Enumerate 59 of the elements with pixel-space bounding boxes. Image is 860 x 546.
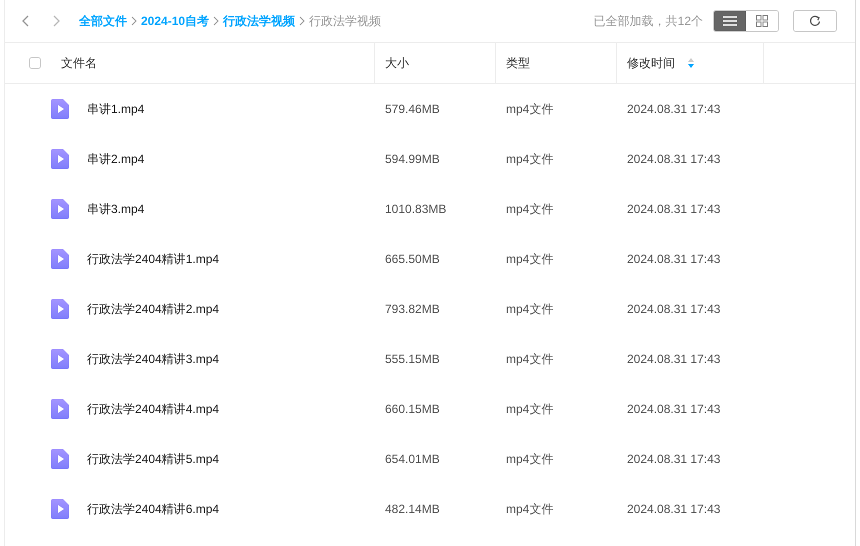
file-type: mp4文件 [506, 150, 554, 168]
file-name[interactable]: 串讲1.mp4 [87, 100, 144, 118]
chevron-icon [212, 16, 220, 26]
video-file-icon [51, 149, 69, 169]
file-size: 579.46MB [385, 102, 440, 116]
column-header[interactable]: 类型 [506, 54, 530, 72]
load-status: 已全部加载，共12个 [594, 12, 703, 30]
modified-time: 2024.08.31 17:43 [627, 102, 720, 116]
file-type: mp4文件 [506, 200, 554, 218]
chevron-icon [298, 16, 306, 26]
video-file-icon [51, 349, 69, 369]
file-type: mp4文件 [506, 300, 554, 318]
file-name[interactable]: 行政法学2404精讲5.mp4 [87, 450, 220, 468]
modified-time: 2024.08.31 17:43 [627, 402, 720, 416]
modified-time: 2024.08.31 17:43 [627, 202, 720, 216]
file-name[interactable]: 行政法学2404精讲6.mp4 [87, 500, 220, 518]
modified-time: 2024.08.31 17:43 [627, 452, 720, 466]
file-type: mp4文件 [506, 500, 554, 518]
video-file-icon [51, 449, 69, 469]
column-header[interactable]: 文件名 [61, 54, 97, 72]
list-view-icon [723, 16, 737, 26]
grid-view-icon [756, 15, 768, 27]
video-file-icon [51, 499, 69, 519]
video-file-icon [51, 99, 69, 119]
video-file-icon [51, 199, 69, 219]
file-name[interactable]: 行政法学2404精讲4.mp4 [87, 400, 220, 418]
view-toggle[interactable] [714, 11, 746, 31]
video-file-icon [51, 299, 69, 319]
refresh-button[interactable] [793, 10, 837, 32]
file-size: 665.50MB [385, 252, 440, 266]
modified-time: 2024.08.31 17:43 [627, 152, 720, 166]
file-size: 1010.83MB [385, 202, 446, 216]
file-size: 793.82MB [385, 302, 440, 316]
video-file-icon [51, 249, 69, 269]
file-name[interactable]: 行政法学2404精讲2.mp4 [87, 300, 220, 318]
file-name[interactable]: 行政法学2404精讲1.mp4 [87, 250, 220, 268]
refresh-icon [809, 15, 821, 27]
file-name[interactable]: 行政法学2404精讲3.mp4 [87, 350, 220, 368]
modified-time: 2024.08.31 17:43 [627, 502, 720, 516]
modified-time: 2024.08.31 17:43 [627, 252, 720, 266]
file-type: mp4文件 [506, 350, 554, 368]
file-type: mp4文件 [506, 450, 554, 468]
select-all-checkbox[interactable] [29, 57, 41, 69]
modified-time: 2024.08.31 17:43 [627, 302, 720, 316]
file-type: mp4文件 [506, 100, 554, 118]
column-header[interactable]: 修改时间 [627, 54, 675, 72]
video-file-icon [51, 399, 69, 419]
file-size: 482.14MB [385, 502, 440, 516]
chevron-icon [130, 16, 138, 26]
file-name[interactable]: 串讲3.mp4 [87, 200, 144, 218]
file-type: mp4文件 [506, 250, 554, 268]
file-type: mp4文件 [506, 400, 554, 418]
column-header[interactable]: 大小 [385, 54, 409, 72]
file-size: 654.01MB [385, 452, 440, 466]
file-size: 594.99MB [385, 152, 440, 166]
modified-time: 2024.08.31 17:43 [627, 352, 720, 366]
file-size: 660.15MB [385, 402, 440, 416]
file-size: 555.15MB [385, 352, 440, 366]
file-name[interactable]: 串讲2.mp4 [87, 150, 144, 168]
